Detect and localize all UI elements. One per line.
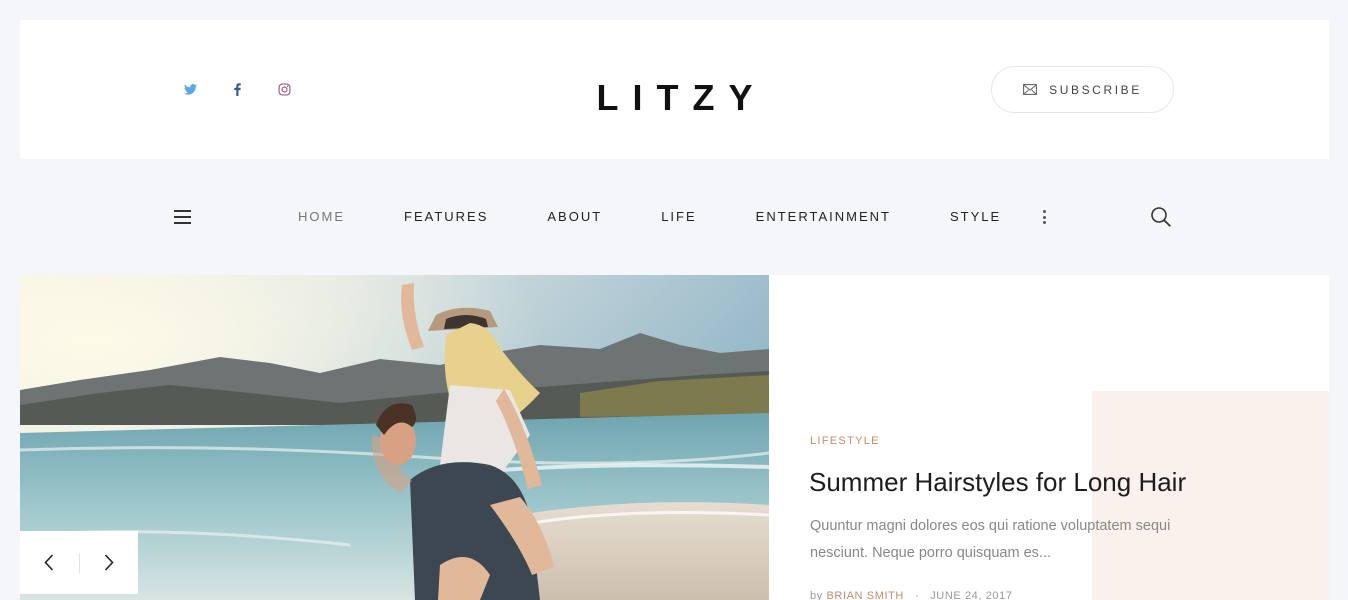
post-title[interactable]: Summer Hairstyles for Long Hair: [809, 467, 1186, 498]
post-author[interactable]: BRIAN SMITH: [826, 590, 904, 600]
search-icon[interactable]: [1150, 206, 1172, 228]
main-navigation: HOME FEATURES ABOUT LIFE ENTERTAINMENT S…: [20, 159, 1329, 275]
nav-item-features[interactable]: FEATURES: [404, 209, 488, 224]
chevron-right-icon: [104, 554, 114, 571]
nav-menu: HOME FEATURES ABOUT LIFE ENTERTAINMENT S…: [298, 209, 1001, 224]
site-header: LITZY SUBSCRIBE: [20, 20, 1329, 159]
slider-prev-button[interactable]: [20, 531, 79, 594]
subscribe-button[interactable]: SUBSCRIBE: [991, 66, 1174, 113]
chevron-left-icon: [44, 554, 54, 571]
nav-item-life[interactable]: LIFE: [661, 209, 696, 224]
subscribe-label: SUBSCRIBE: [1049, 82, 1142, 97]
post-category[interactable]: LIFESTYLE: [810, 435, 880, 447]
nav-item-style[interactable]: STYLE: [950, 209, 1001, 224]
featured-post-panel: LIFESTYLE Summer Hairstyles for Long Hai…: [769, 275, 1329, 600]
post-meta: by BRIAN SMITH · JUNE 24, 2017: [810, 590, 1013, 600]
nav-item-about[interactable]: ABOUT: [547, 209, 602, 224]
meta-by: by: [810, 590, 823, 600]
envelope-icon: [1023, 84, 1038, 95]
nav-item-entertainment[interactable]: ENTERTAINMENT: [756, 209, 891, 224]
slider-next-button[interactable]: [79, 531, 138, 594]
nav-item-home[interactable]: HOME: [298, 209, 345, 224]
hamburger-menu-icon[interactable]: [174, 210, 191, 224]
more-vertical-icon[interactable]: [1041, 210, 1047, 224]
post-excerpt: Quuntur magni dolores eos qui ratione vo…: [810, 518, 1171, 561]
post-date: JUNE 24, 2017: [930, 590, 1013, 600]
slider-controls: [20, 531, 138, 594]
